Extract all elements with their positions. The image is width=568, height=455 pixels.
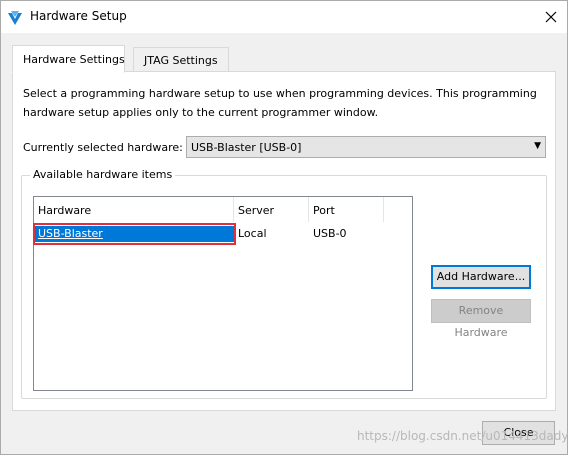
column-header-port[interactable]: Port <box>309 197 384 222</box>
title-bar: Hardware Setup <box>1 1 567 33</box>
current-hardware-label: Currently selected hardware: <box>23 141 183 154</box>
cell-server: Local <box>238 227 267 240</box>
column-header-server[interactable]: Server <box>234 197 309 222</box>
column-header-hardware[interactable]: Hardware <box>34 197 234 222</box>
window-title: Hardware Setup <box>30 9 127 23</box>
hardware-setup-dialog: Hardware Setup Hardware Settings JTAG Se… <box>0 0 568 455</box>
current-hardware-select[interactable]: USB-Blaster [USB-0] ▼ <box>186 136 546 158</box>
add-hardware-button[interactable]: Add Hardware... <box>431 265 531 289</box>
hardware-list[interactable]: Hardware Server Port USB-Blaster Local U… <box>33 196 413 391</box>
current-hardware-value: USB-Blaster [USB-0] <box>191 141 302 154</box>
tab-hardware-settings[interactable]: Hardware Settings <box>12 45 125 73</box>
hardware-settings-panel: Select a programming hardware setup to u… <box>12 71 556 411</box>
cell-port: USB-0 <box>313 227 347 240</box>
description-text: Select a programming hardware setup to u… <box>23 87 537 119</box>
chevron-down-icon: ▼ <box>534 141 541 151</box>
remove-hardware-button[interactable]: Remove Hardware <box>431 299 531 339</box>
watermark-text: https://blog.csdn.net/u014413dady <box>357 429 568 443</box>
group-title: Available hardware items <box>30 168 176 181</box>
close-icon[interactable] <box>537 5 565 29</box>
available-hardware-group: Available hardware items Hardware Server… <box>21 168 547 399</box>
annotation-highlight-box <box>33 223 236 245</box>
tab-jtag-settings[interactable]: JTAG Settings <box>133 47 229 72</box>
quartus-logo-icon <box>7 10 23 26</box>
